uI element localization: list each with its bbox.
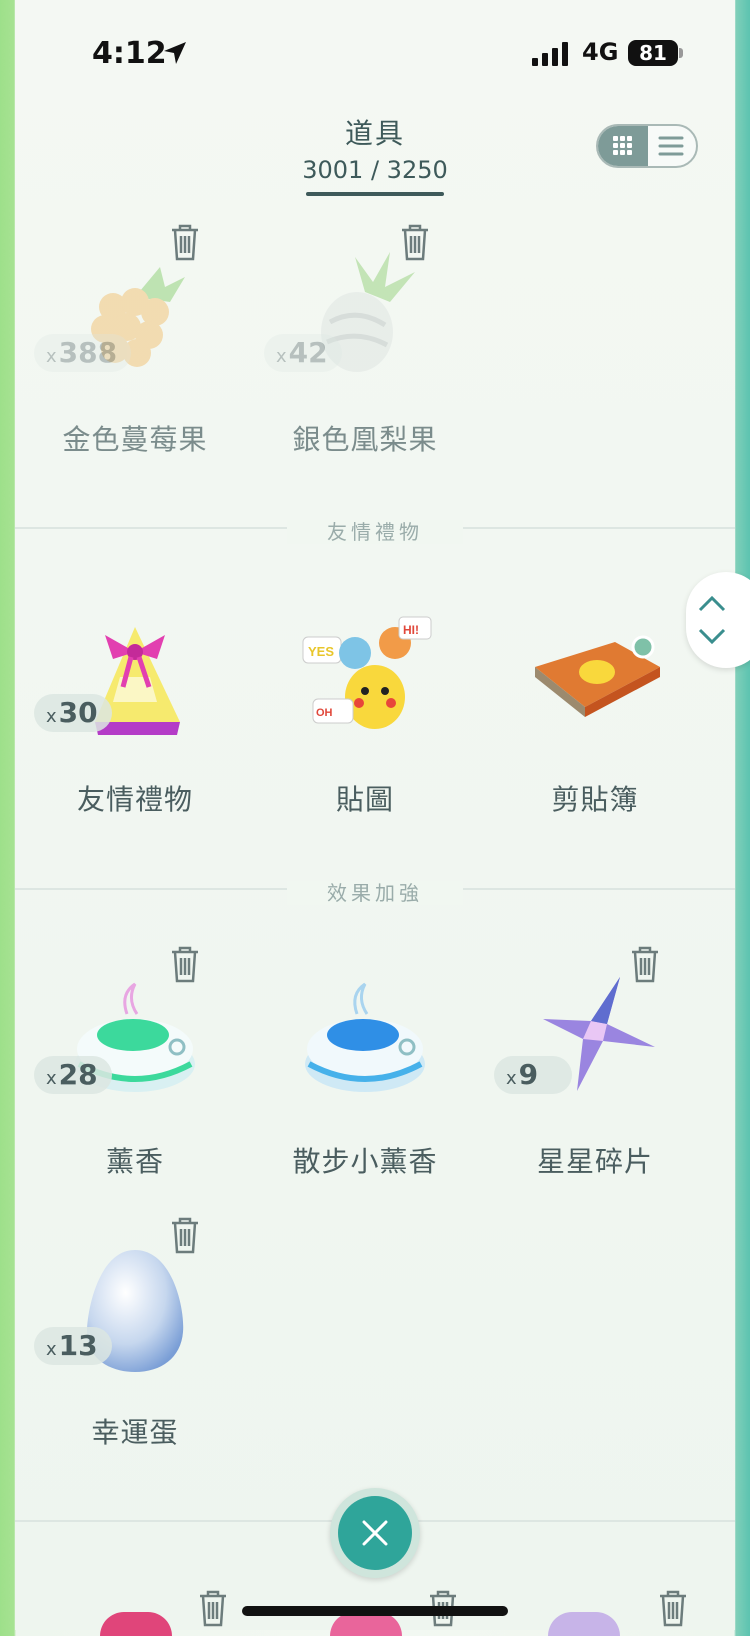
item-name: 幸運蛋 (91, 1416, 179, 1449)
item-quantity: x30 (34, 694, 112, 732)
item-silver-pinap-berry[interactable]: x42 銀色凰梨果 (250, 222, 480, 522)
close-button[interactable] (330, 1488, 420, 1578)
partial-item-image (100, 1612, 172, 1636)
item-incense[interactable]: x28 薰香 (20, 944, 250, 1244)
item-name: 金色蔓莓果 (62, 423, 208, 456)
battery-indicator: 81 (628, 40, 678, 66)
count-underline (306, 192, 444, 196)
trash-icon[interactable] (168, 222, 202, 262)
scroll-jump-button[interactable] (686, 572, 750, 668)
list-view-button[interactable] (648, 126, 696, 166)
cell-signal-icon (532, 42, 568, 66)
item-quantity: x388 (34, 334, 132, 372)
item-gift[interactable]: x30 友情禮物 (20, 582, 250, 882)
svg-text:HI!: HI! (403, 623, 419, 637)
scrapbook-icon (535, 635, 660, 717)
daily-incense-icon (305, 982, 425, 1092)
network-type: 4G (582, 38, 619, 66)
home-indicator[interactable] (242, 1606, 508, 1616)
item-quantity: x42 (264, 334, 342, 372)
item-quantity: x13 (34, 1327, 112, 1365)
section-label-boosts: 效果加強 (0, 877, 750, 906)
location-arrow-icon (164, 42, 186, 64)
list-icon (658, 136, 684, 156)
trash-icon[interactable] (656, 1588, 690, 1628)
status-time: 4:12 (92, 36, 167, 71)
item-name: 貼圖 (335, 783, 394, 816)
svg-text:YES: YES (308, 644, 334, 659)
chevron-up-down-icon (698, 595, 726, 645)
grid-view-button[interactable] (598, 126, 648, 166)
item-lucky-egg[interactable]: x13 幸運蛋 (20, 1215, 250, 1515)
close-button-inner (338, 1496, 412, 1570)
item-star-piece[interactable]: x9 星星碎片 (480, 944, 710, 1244)
item-scrapbook[interactable]: 剪貼簿 (480, 582, 710, 882)
trash-icon[interactable] (196, 1588, 230, 1628)
section-label-gifts: 友情禮物 (0, 516, 750, 545)
item-name: 星星碎片 (536, 1145, 653, 1178)
partial-item-image (548, 1612, 620, 1636)
close-icon (362, 1520, 388, 1546)
item-quantity: x9 (494, 1056, 572, 1094)
battery-nub (679, 48, 683, 58)
trash-icon[interactable] (398, 222, 432, 262)
item-golden-razz-berry[interactable]: x388 金色蔓莓果 (20, 222, 250, 522)
item-name: 散步小薰香 (292, 1145, 438, 1178)
sticker-icon: YES HI! OH (302, 616, 432, 729)
svg-text:OH: OH (316, 707, 333, 719)
item-name: 薰香 (105, 1145, 164, 1178)
item-daily-adventure-incense[interactable]: 散步小薰香 (250, 944, 480, 1244)
item-name: 剪貼簿 (551, 783, 639, 816)
grid-icon (613, 136, 632, 155)
item-name: 銀色凰梨果 (292, 423, 438, 456)
trash-icon[interactable] (628, 944, 662, 984)
item-stickers[interactable]: YES HI! OH 貼圖 (250, 582, 480, 882)
item-name: 友情禮物 (76, 783, 193, 816)
trash-icon[interactable] (168, 1215, 202, 1255)
view-toggle[interactable] (596, 124, 698, 168)
trash-icon[interactable] (168, 944, 202, 984)
item-quantity: x28 (34, 1056, 112, 1094)
